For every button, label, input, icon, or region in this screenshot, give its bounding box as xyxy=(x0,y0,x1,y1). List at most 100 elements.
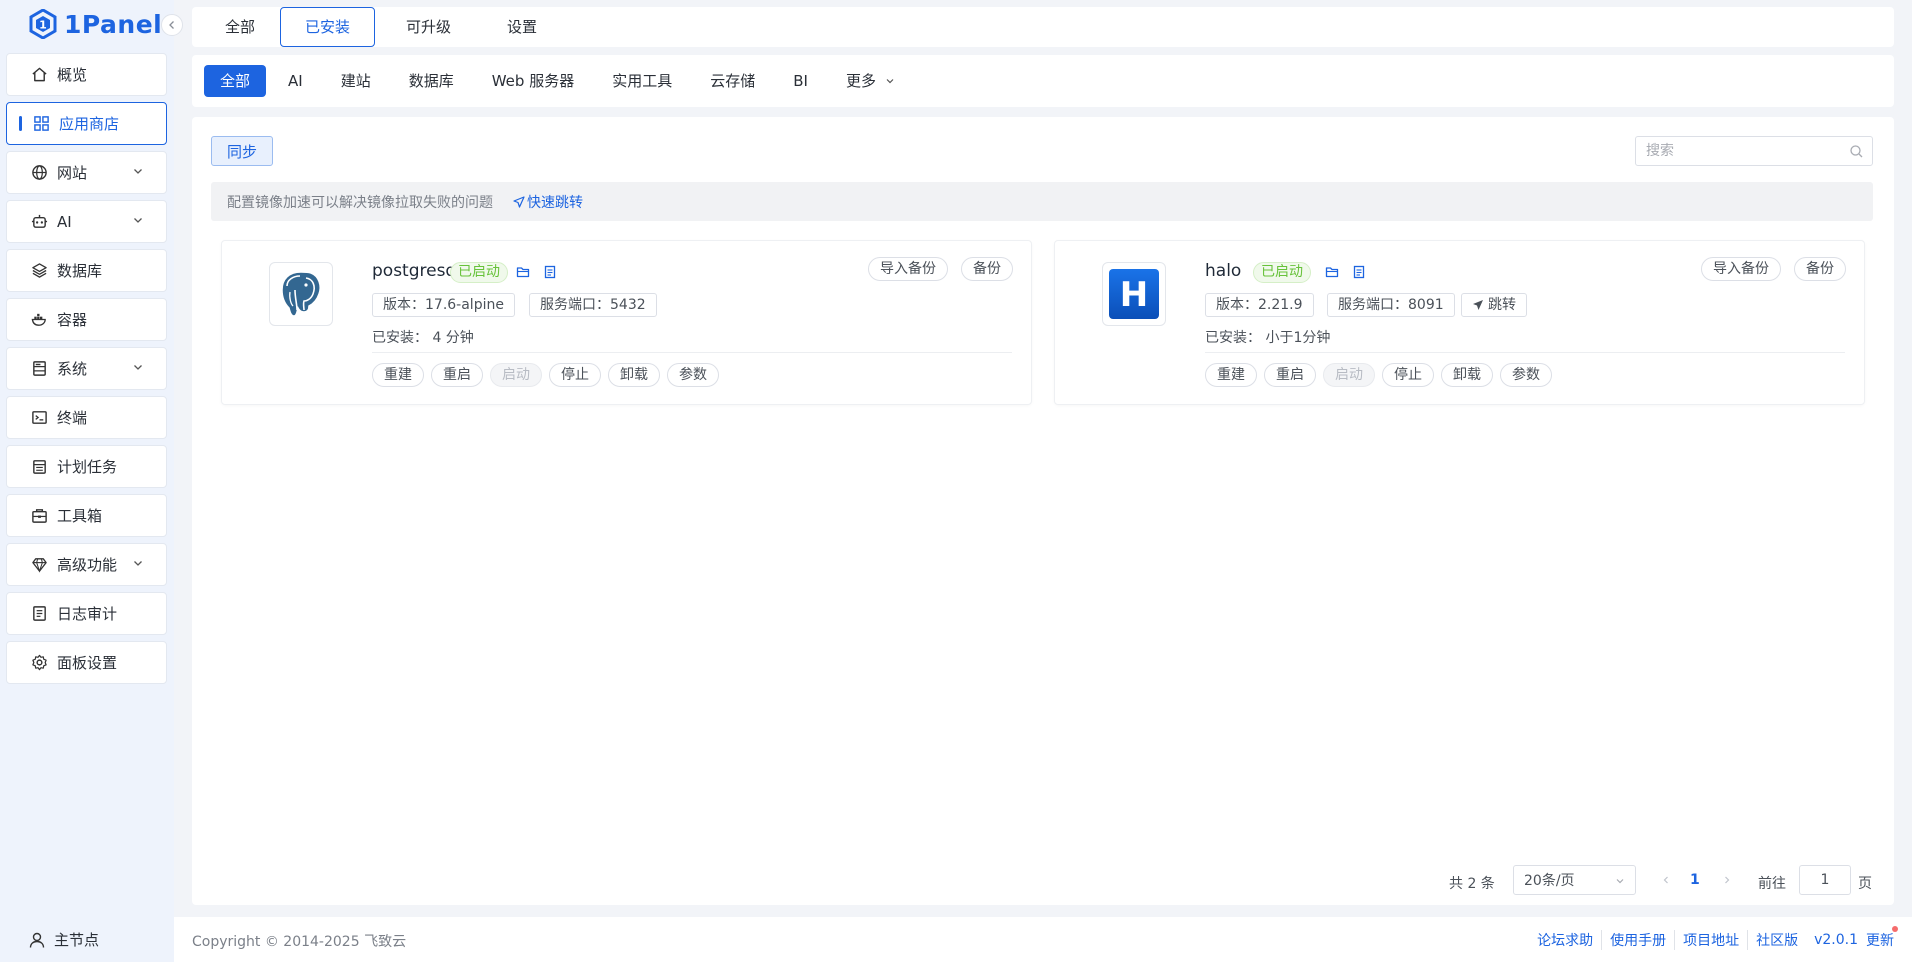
project-link[interactable]: 项目地址 xyxy=(1675,930,1749,950)
installed-time: 已安装： 4 分钟 xyxy=(372,330,474,346)
sidebar-item-logs[interactable]: 日志审计 xyxy=(6,592,167,635)
import-backup-button[interactable]: 导入备份 xyxy=(868,257,948,281)
main-panel: 同步 配置镜像加速可以解决镜像拉取失败的问题 快速跳转 postgresql 已… xyxy=(192,117,1894,905)
port-tag: 服务端口：8091 xyxy=(1327,293,1455,317)
search-icon[interactable] xyxy=(1849,144,1864,159)
restart-button[interactable]: 重启 xyxy=(1264,363,1316,387)
import-backup-button[interactable]: 导入备份 xyxy=(1701,257,1781,281)
sidebar-item-terminal[interactable]: 终端 xyxy=(6,396,167,439)
robot-icon xyxy=(29,212,49,232)
search-input[interactable] xyxy=(1635,136,1873,166)
grid-icon xyxy=(31,114,51,134)
divider xyxy=(1205,352,1845,353)
sidebar-item-settings[interactable]: 面板设置 xyxy=(6,641,167,684)
toolbox-icon xyxy=(29,506,49,526)
rebuild-button[interactable]: 重建 xyxy=(1205,363,1257,387)
category-database[interactable]: 数据库 xyxy=(393,65,470,97)
collapse-sidebar-button[interactable] xyxy=(161,14,183,36)
node-switcher[interactable]: 主节点 xyxy=(0,917,174,962)
divider xyxy=(372,352,1012,353)
tab-settings[interactable]: 设置 xyxy=(482,7,562,47)
sidebar-item-website[interactable]: 网站 xyxy=(6,151,167,194)
page-unit-label: 页 xyxy=(1858,876,1872,892)
rebuild-button[interactable]: 重建 xyxy=(372,363,424,387)
postgresql-elephant-icon xyxy=(281,271,321,317)
forum-link[interactable]: 论坛求助 xyxy=(1529,930,1603,950)
mirror-notice: 配置镜像加速可以解决镜像拉取失败的问题 快速跳转 xyxy=(211,182,1873,221)
app-name: halo xyxy=(1205,261,1242,281)
stop-button[interactable]: 停止 xyxy=(1382,363,1434,387)
sidebar-item-advanced[interactable]: 高级功能 xyxy=(6,543,167,586)
sidebar-item-label: 高级功能 xyxy=(57,556,118,574)
tab-upgradable[interactable]: 可升级 xyxy=(381,7,476,47)
params-button[interactable]: 参数 xyxy=(667,363,719,387)
manual-link[interactable]: 使用手册 xyxy=(1602,930,1676,950)
sidebar-item-container[interactable]: 容器 xyxy=(6,298,167,341)
stop-button[interactable]: 停止 xyxy=(549,363,601,387)
status-badge: 已启动 xyxy=(1253,262,1311,283)
log-icon[interactable] xyxy=(1352,265,1366,279)
chevron-down-icon xyxy=(134,561,142,566)
jump-tag[interactable]: 跳转 xyxy=(1461,293,1527,317)
app-card-postgresql: postgresql 已启动 导入备份 备份 版本：17.6-alpine 服务… xyxy=(221,240,1032,405)
prev-page-button[interactable] xyxy=(1656,869,1676,891)
sync-button[interactable]: 同步 xyxy=(211,136,273,166)
sidebar-item-label: 数据库 xyxy=(57,262,103,280)
category-bar: 全部 AI 建站 数据库 Web 服务器 实用工具 云存储 BI 更多 xyxy=(192,55,1894,107)
quick-jump-link[interactable]: 快速跳转 xyxy=(513,192,583,212)
calendar-icon xyxy=(29,457,49,477)
svg-text:H: H xyxy=(1120,275,1148,315)
sidebar-item-overview[interactable]: 概览 xyxy=(6,53,167,96)
sidebar-item-ai[interactable]: AI xyxy=(6,200,167,243)
sidebar-item-label: 工具箱 xyxy=(57,507,103,525)
sidebar-item-label: 应用商店 xyxy=(59,115,120,133)
backup-button[interactable]: 备份 xyxy=(1794,257,1846,281)
category-web-server[interactable]: Web 服务器 xyxy=(476,65,590,97)
page-size-value: 20条/页 xyxy=(1524,873,1575,889)
gear-icon xyxy=(29,653,49,673)
sidebar-item-database[interactable]: 数据库 xyxy=(6,249,167,292)
category-all[interactable]: 全部 xyxy=(204,65,267,97)
sidebar-item-label: AI xyxy=(57,212,72,231)
sidebar-item-toolbox[interactable]: 工具箱 xyxy=(6,494,167,537)
sidebar-item-cronjob[interactable]: 计划任务 xyxy=(6,445,167,488)
category-website[interactable]: 建站 xyxy=(325,65,387,97)
uninstall-button[interactable]: 卸载 xyxy=(608,363,660,387)
send-icon xyxy=(1473,300,1483,310)
category-more-label: 更多 xyxy=(845,72,876,90)
sidebar-item-label: 概览 xyxy=(57,66,88,84)
restart-button[interactable]: 重启 xyxy=(431,363,483,387)
terminal-icon xyxy=(29,408,49,428)
chevron-down-icon xyxy=(134,218,142,223)
server-icon xyxy=(29,359,49,379)
category-tools[interactable]: 实用工具 xyxy=(596,65,688,97)
category-ai[interactable]: AI xyxy=(272,65,319,97)
pagination-total: 共 2 条 xyxy=(1449,876,1495,892)
current-page[interactable]: 1 xyxy=(1690,872,1700,888)
edition-link[interactable]: 社区版 xyxy=(1748,930,1806,950)
category-bi[interactable]: BI xyxy=(777,65,824,97)
tab-installed[interactable]: 已安装 xyxy=(280,7,376,47)
uninstall-button[interactable]: 卸载 xyxy=(1441,363,1493,387)
folder-icon[interactable] xyxy=(1325,265,1339,279)
category-more[interactable]: 更多 xyxy=(830,65,911,97)
folder-icon[interactable] xyxy=(516,265,530,279)
update-link[interactable]: 更新 xyxy=(1858,926,1898,950)
sidebar-item-app-store[interactable]: 应用商店 xyxy=(6,102,167,145)
params-button[interactable]: 参数 xyxy=(1500,363,1552,387)
category-storage[interactable]: 云存储 xyxy=(694,65,771,97)
layers-icon xyxy=(29,261,49,281)
sidebar: 1 1Panel 概览 应用商店 网站 AI 数据库 容器 系统 终端 计划任务… xyxy=(0,0,183,962)
next-page-button[interactable] xyxy=(1717,869,1737,891)
sidebar-item-system[interactable]: 系统 xyxy=(6,347,167,390)
log-icon[interactable] xyxy=(543,265,557,279)
brand-logo[interactable]: 1 1Panel xyxy=(28,6,162,42)
backup-button[interactable]: 备份 xyxy=(961,257,1013,281)
tab-all[interactable]: 全部 xyxy=(200,7,280,47)
goto-page-input[interactable] xyxy=(1799,865,1851,895)
1panel-logo-icon: 1 xyxy=(29,9,57,39)
page-size-select[interactable]: 20条/页 xyxy=(1513,865,1636,895)
diamond-icon xyxy=(29,555,49,575)
jump-label: 跳转 xyxy=(1488,297,1516,313)
chevron-down-icon xyxy=(134,365,142,370)
